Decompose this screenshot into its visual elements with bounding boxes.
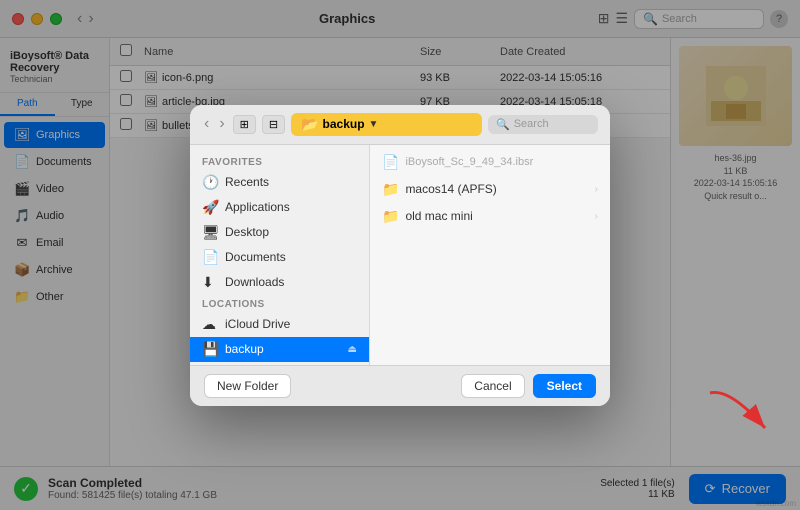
dialog-search-box[interactable]: 🔍 Search <box>488 115 598 134</box>
arrow-annotation <box>700 383 780 448</box>
favorites-label: Favorites <box>190 153 369 170</box>
cancel-button[interactable]: Cancel <box>461 374 524 398</box>
docs-icon: 📄 <box>202 249 218 266</box>
footer-right: Cancel Select <box>461 374 596 398</box>
watermark: wsxdn.com <box>756 499 796 508</box>
recents-icon: 🕐 <box>202 174 218 191</box>
dialog-forward-button[interactable]: › <box>217 115 226 133</box>
downloads-icon: ⬇ <box>202 274 218 291</box>
icloud-label: iCloud Drive <box>225 317 290 331</box>
dialog-sidebar-youtube[interactable]: 💾 YouTube channel ba... ⏏ <box>190 362 369 365</box>
dialog-sidebar: Favorites 🕐 Recents 🚀 Applications 🖥 Des… <box>190 145 370 365</box>
dialog-overlay: ‹ › ⊞ ⊟ 📂 backup ▼ 🔍 Search Favorites <box>0 0 800 510</box>
desktop-label: Desktop <box>225 225 269 239</box>
dialog-file-name-0: iBoysoft_Sc_9_49_34.ibsr <box>405 156 533 168</box>
dialog-body: Favorites 🕐 Recents 🚀 Applications 🖥 Des… <box>190 145 610 365</box>
icloud-icon: ☁ <box>202 316 218 333</box>
dialog-columns-view[interactable]: ⊟ <box>262 115 285 134</box>
recents-label: Recents <box>225 175 269 189</box>
applications-icon: 🚀 <box>202 199 218 216</box>
dialog-footer: New Folder Cancel Select <box>190 365 610 406</box>
folder-icon-1: 📁 <box>382 181 399 198</box>
list-item[interactable]: 📁 old mac mini › <box>370 203 610 230</box>
dialog-search-placeholder: Search <box>514 118 549 130</box>
folder-icon-2: 📁 <box>382 208 399 225</box>
dialog-sidebar-desktop[interactable]: 🖥 Desktop <box>190 220 369 245</box>
dialog-search-icon: 🔍 <box>496 118 510 131</box>
dialog-file-name-1: macos14 (APFS) <box>405 182 496 196</box>
save-dialog: ‹ › ⊞ ⊟ 📂 backup ▼ 🔍 Search Favorites <box>190 105 610 406</box>
dialog-sidebar-icloud[interactable]: ☁ iCloud Drive <box>190 312 369 337</box>
app-window: ‹ › Graphics ⊞ ☰ 🔍 Search ? iBoysoft® Da… <box>0 0 800 510</box>
dialog-file-list: 📄 iBoysoft_Sc_9_49_34.ibsr 📁 macos14 (AP… <box>370 145 610 365</box>
dialog-grid-view[interactable]: ⊞ <box>233 115 256 134</box>
docs-label: Documents <box>225 250 286 264</box>
dropdown-icon: ▼ <box>369 119 379 130</box>
dialog-sidebar-backup[interactable]: 💾 backup ⏏ <box>190 337 369 362</box>
chevron-right-icon-2: › <box>595 211 598 222</box>
dialog-sidebar-documents[interactable]: 📄 Documents <box>190 245 369 270</box>
list-item[interactable]: 📁 macos14 (APFS) › <box>370 176 610 203</box>
chevron-right-icon: › <box>595 184 598 195</box>
applications-label: Applications <box>225 200 290 214</box>
folder-icon: 📂 <box>301 116 318 133</box>
dialog-sidebar-downloads[interactable]: ⬇ Downloads <box>190 270 369 295</box>
dialog-location[interactable]: 📂 backup ▼ <box>291 113 482 136</box>
downloads-label: Downloads <box>225 275 284 289</box>
list-item[interactable]: 📄 iBoysoft_Sc_9_49_34.ibsr <box>370 149 610 176</box>
file-icon-0: 📄 <box>382 154 399 171</box>
select-button[interactable]: Select <box>533 374 596 398</box>
dialog-back-button[interactable]: ‹ <box>202 115 211 133</box>
eject-icon-backup[interactable]: ⏏ <box>348 344 357 355</box>
desktop-icon: 🖥 <box>202 224 218 241</box>
locations-label: Locations <box>190 295 369 312</box>
new-folder-button[interactable]: New Folder <box>204 374 291 398</box>
dialog-sidebar-applications[interactable]: 🚀 Applications <box>190 195 369 220</box>
dialog-toolbar: ‹ › ⊞ ⊟ 📂 backup ▼ 🔍 Search <box>190 105 610 145</box>
backup-drive-icon: 💾 <box>202 341 218 358</box>
dialog-sidebar-recents[interactable]: 🕐 Recents <box>190 170 369 195</box>
dialog-location-label: backup <box>323 117 365 131</box>
backup-label: backup <box>225 342 264 356</box>
dialog-file-name-2: old mac mini <box>405 209 472 223</box>
